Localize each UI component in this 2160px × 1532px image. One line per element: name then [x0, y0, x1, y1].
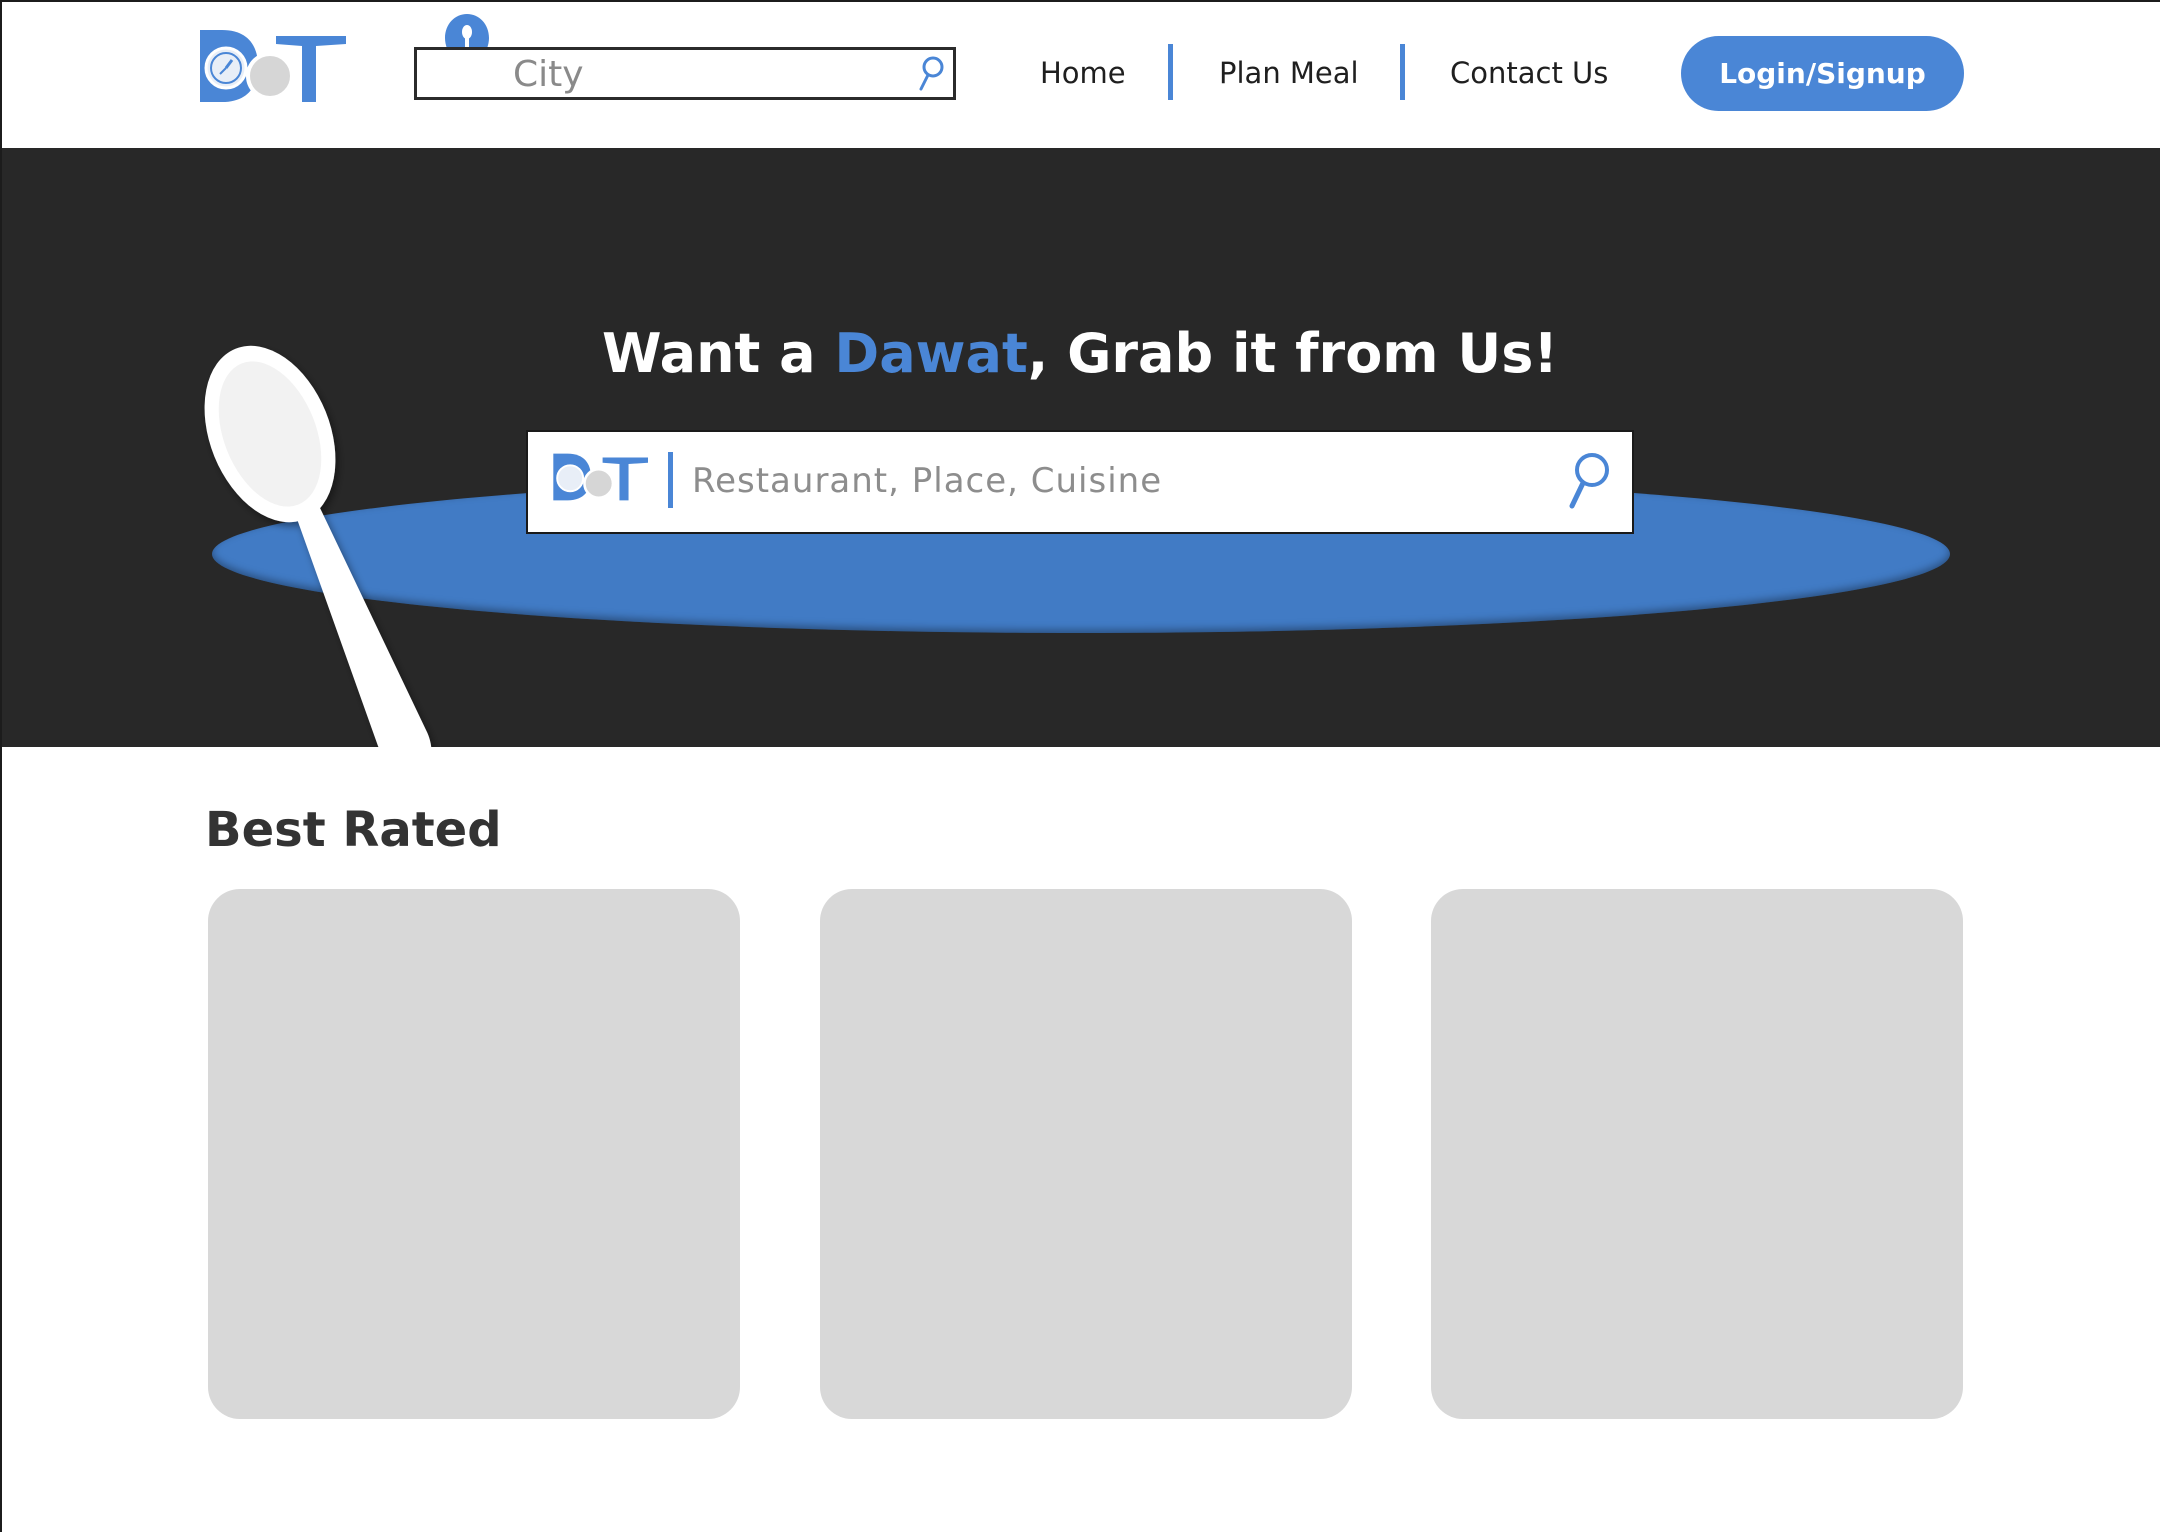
spoon-illustration [204, 345, 432, 747]
brand-logo[interactable] [198, 28, 346, 104]
brand-logo-small [553, 453, 648, 501]
nav-divider [1168, 44, 1173, 100]
hero-title-post: , Grab it from Us! [1027, 322, 1558, 385]
hero-title-accent: Dawat [834, 322, 1028, 385]
best-rated-card[interactable] [820, 889, 1352, 1419]
best-rated-card[interactable] [208, 889, 740, 1419]
search-divider [668, 452, 673, 508]
hero-title-pre: Want a [602, 322, 835, 385]
nav-divider [1400, 44, 1405, 100]
city-input[interactable] [513, 54, 893, 94]
search-icon[interactable] [918, 56, 944, 92]
hero-title: Want a Dawat, Grab it from Us! [0, 322, 2160, 385]
nav-contact-us[interactable]: Contact Us [1450, 56, 1608, 90]
login-signup-button[interactable]: Login/Signup [1681, 36, 1964, 111]
restaurant-search-input[interactable] [692, 458, 1512, 504]
top-header: Home Plan Meal Contact Us Login/Signup [0, 0, 2160, 148]
search-icon[interactable] [1564, 450, 1612, 512]
restaurant-search-box[interactable] [526, 430, 1634, 534]
hero-banner: Want a Dawat, Grab it from Us! [0, 148, 2160, 747]
nav-home[interactable]: Home [1040, 56, 1126, 90]
best-rated-title: Best Rated [205, 802, 502, 858]
nav-plan-meal[interactable]: Plan Meal [1219, 56, 1359, 90]
city-search-box[interactable] [414, 47, 956, 100]
best-rated-card[interactable] [1431, 889, 1963, 1419]
